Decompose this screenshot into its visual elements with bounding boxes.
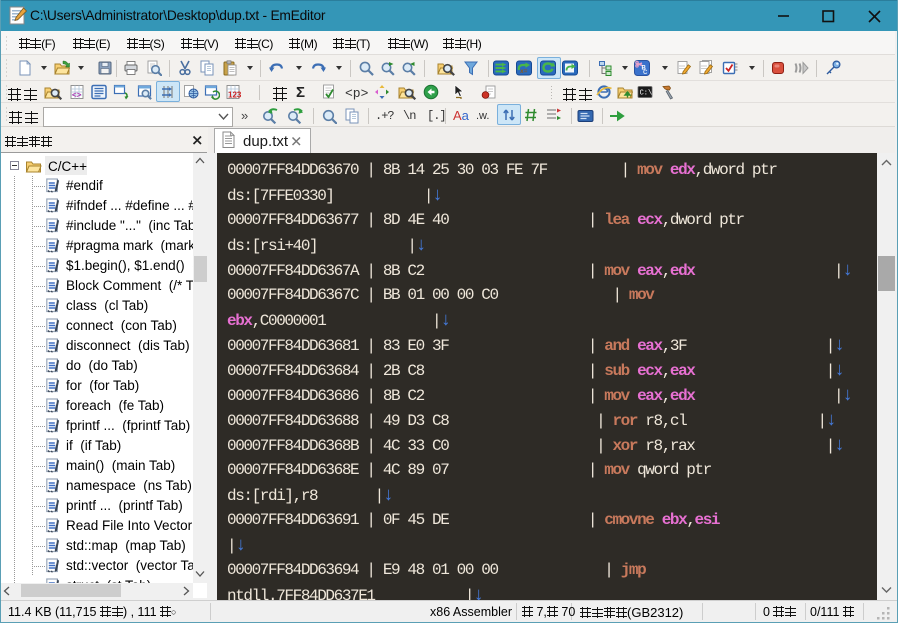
svg-text:C:\: C:\ (640, 90, 653, 98)
svg-text:C: C (643, 70, 648, 76)
svg-text:123: 123 (228, 91, 241, 100)
svg-text:x=: x= (520, 68, 528, 75)
svg-text:<>: <> (72, 91, 82, 100)
